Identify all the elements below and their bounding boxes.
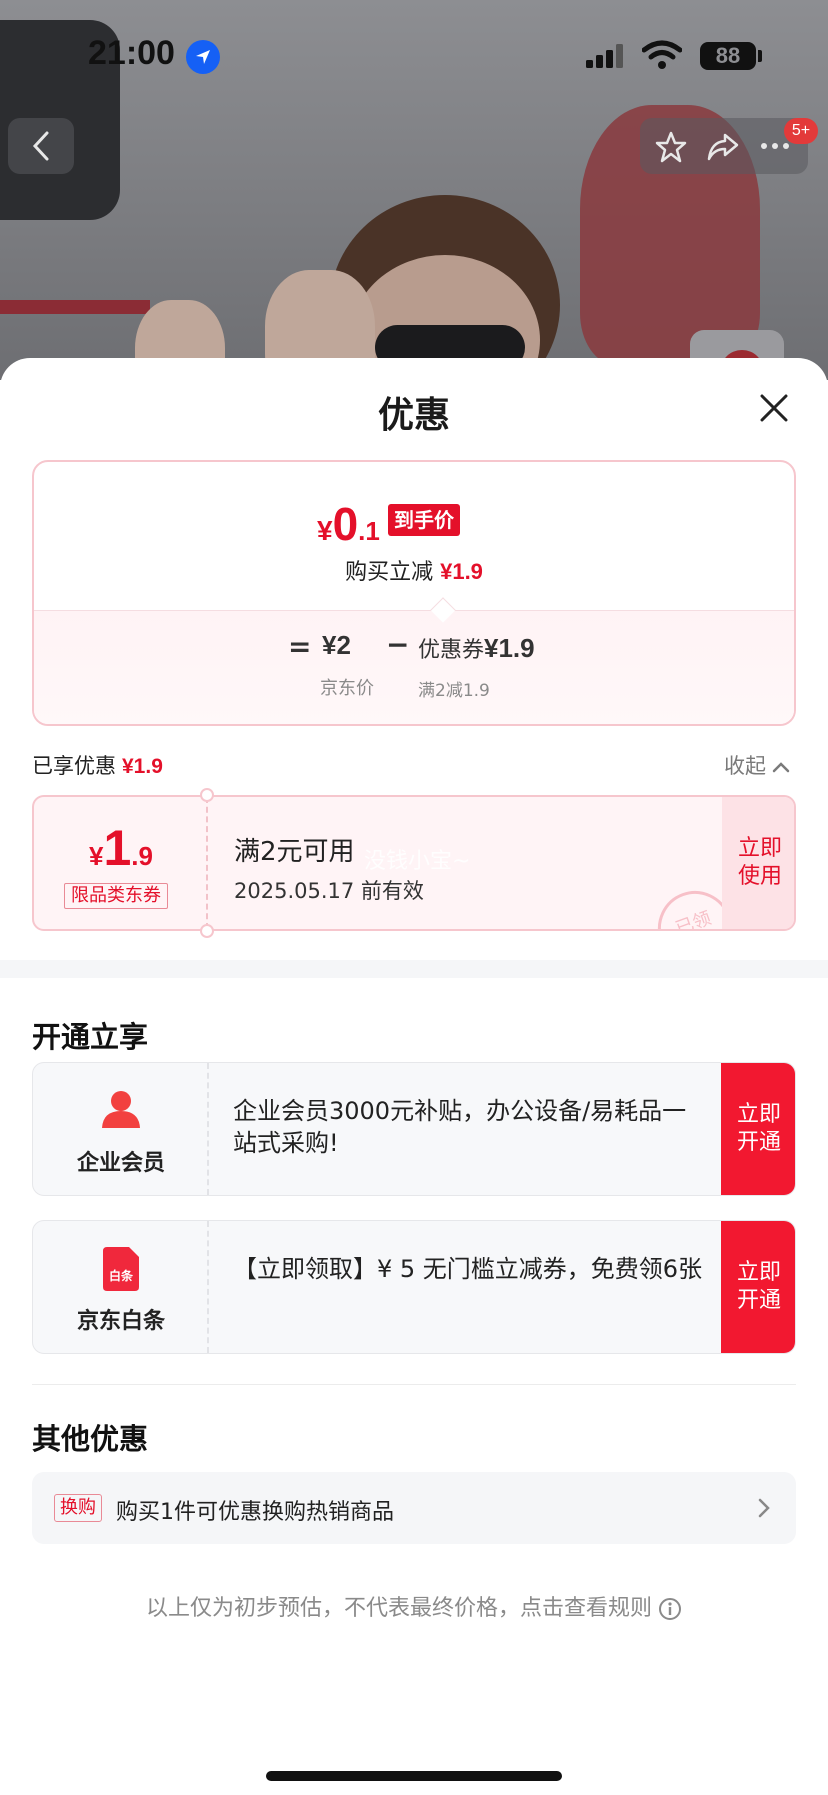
coupon-amount-area: ¥1.9 限品类东券 <box>34 797 208 929</box>
chevron-left-icon <box>32 131 49 161</box>
coupon-notch-bottom <box>200 924 214 938</box>
jd-price: ¥2 <box>322 630 351 660</box>
disclaimer-link[interactable]: 以上仅为初步预估，不代表最终价格，点击查看规则 <box>0 1590 828 1622</box>
member-left-area: 企业会员 <box>33 1063 209 1195</box>
chevron-right-icon <box>758 1498 770 1518</box>
instant-reduction: 购买立减 ¥1.9 <box>345 559 483 585</box>
share-icon[interactable] <box>706 130 740 164</box>
final-price: ¥0.1 <box>317 498 380 550</box>
jd-baitiao-card: 白条 京东白条 【立即领取】¥ 5 无门槛立减券，免费领6张 立即开通 <box>32 1220 796 1354</box>
trade-in-tag: 换购 <box>54 1494 102 1522</box>
section-divider-line <box>32 1384 796 1385</box>
sheet-title: 优惠 <box>377 395 450 436</box>
trade-in-offer-row[interactable]: 换购 购买1件可优惠换购热销商品 <box>32 1472 796 1544</box>
info-icon <box>659 1598 681 1620</box>
coupon-category-tag: 限品类东券 <box>64 883 168 909</box>
enterprise-member-card: 企业会员 企业会员3000元补贴，办公设备/易耗品一站式采购! 立即开通 <box>32 1062 796 1196</box>
baitiao-left-area: 白条 京东白条 <box>33 1221 209 1353</box>
coupon-condition: 满2减1.9 <box>418 681 490 701</box>
message-badge: 5+ <box>784 118 818 144</box>
battery-tip <box>758 50 762 62</box>
member-desc: 企业会员3000元补贴，办公设备/易耗品一站式采购! <box>233 1097 687 1157</box>
top-action-bar <box>640 118 808 174</box>
baitiao-desc: 【立即领取】¥ 5 无门槛立减券，免费领6张 <box>233 1255 703 1283</box>
coupon-validity: 2025.05.17 前有效 <box>234 879 424 903</box>
equals-sign: = <box>288 630 312 663</box>
person-icon <box>102 1091 140 1128</box>
coupon-deduction: 优惠券¥1.9 <box>418 633 535 663</box>
coupon-threshold: 满2元可用 <box>234 837 355 867</box>
jd-price-label: 京东价 <box>320 678 374 699</box>
other-section-title: 其他优惠 <box>32 1422 149 1456</box>
cellular-signal-icon <box>586 44 623 68</box>
star-icon[interactable] <box>654 130 688 164</box>
home-indicator <box>266 1771 562 1781</box>
price-breakdown-area <box>34 610 794 724</box>
enjoyed-discount: 已享优惠 ¥1.9 <box>32 754 163 778</box>
watermark-text: 没钱小宝~ <box>364 849 471 874</box>
collapse-button[interactable]: 收起 <box>724 750 790 780</box>
baitiao-icon: 白条 <box>103 1247 139 1291</box>
back-button[interactable] <box>8 118 74 174</box>
more-icon[interactable] <box>760 142 790 150</box>
coupon-notch-top <box>200 788 214 802</box>
open-now-button[interactable]: 立即开通 <box>721 1063 795 1195</box>
trade-in-text: 购买1件可优惠换购热销商品 <box>116 1500 394 1525</box>
minus-sign: − <box>386 628 410 661</box>
coupon-amount: ¥1.9 <box>89 820 153 876</box>
use-now-button[interactable]: 立即使用 <box>722 797 794 929</box>
wifi-icon <box>642 40 682 69</box>
section-divider <box>0 960 828 978</box>
status-time: 21:00 <box>88 34 175 72</box>
open-section-title: 开通立享 <box>32 1020 149 1054</box>
battery-indicator: 88 <box>700 42 756 70</box>
chevron-up-icon <box>772 762 790 773</box>
member-name: 企业会员 <box>76 1151 165 1176</box>
final-price-tag: 到手价 <box>388 504 460 536</box>
close-icon[interactable] <box>756 390 792 426</box>
open-baitiao-button[interactable]: 立即开通 <box>721 1221 795 1353</box>
status-bar: 21:00 88 <box>0 0 828 110</box>
baitiao-icon-label: 白条 <box>109 1268 134 1283</box>
baitiao-name: 京东白条 <box>76 1309 165 1334</box>
price-summary-box: ¥0.1 到手价 购买立减 ¥1.9 = ¥2 京东价 − 优惠券¥1.9 满2… <box>32 460 796 726</box>
discount-sheet: 优惠 ¥0.1 到手价 购买立减 ¥1.9 = ¥2 京东价 − 优惠券¥1.9… <box>0 358 828 1795</box>
coupon-card: ¥1.9 限品类东券 满2元可用 没钱小宝~ 2025.05.17 前有效 已领… <box>32 795 796 931</box>
location-arrow-icon <box>186 40 220 74</box>
